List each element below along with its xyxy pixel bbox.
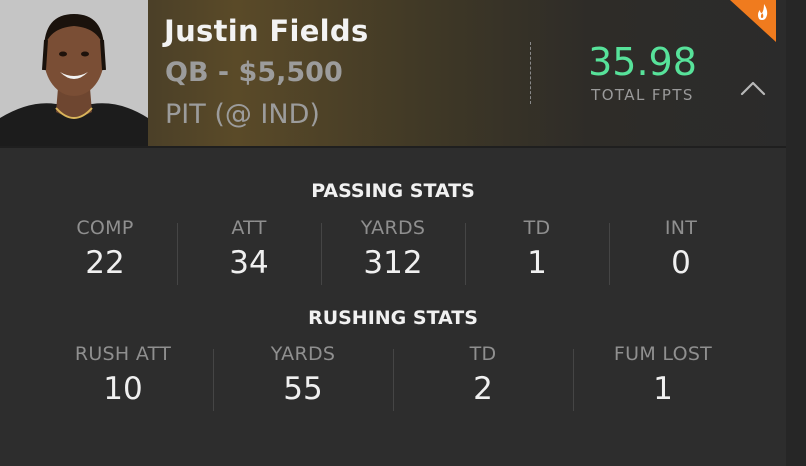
player-matchup: PIT (@ IND) bbox=[165, 99, 320, 130]
stat-label: YARDS bbox=[360, 217, 426, 239]
passing-stat-td: TD 1 bbox=[465, 217, 609, 285]
stat-value: 10 bbox=[103, 371, 143, 407]
stat-value: 22 bbox=[85, 245, 125, 281]
passing-stat-comp: COMP 22 bbox=[33, 217, 177, 281]
stat-value: 1 bbox=[653, 371, 673, 407]
stat-value: 55 bbox=[283, 371, 323, 407]
stat-label: RUSH ATT bbox=[74, 343, 172, 365]
stat-value: 0 bbox=[671, 245, 691, 281]
player-avatar bbox=[0, 0, 148, 146]
stat-label: COMP bbox=[76, 217, 134, 239]
player-position-salary: QB - $5,500 bbox=[165, 57, 343, 88]
player-stat-card: Justin Fields QB - $5,500 PIT (@ IND) 35… bbox=[0, 0, 786, 466]
right-edge-strip bbox=[786, 0, 806, 466]
rushing-stats-title: RUSHING STATS bbox=[308, 307, 478, 329]
stat-value: 1 bbox=[527, 245, 547, 281]
passing-stat-int: INT 0 bbox=[609, 217, 753, 285]
total-fpts-label: TOTAL FPTS bbox=[591, 86, 694, 104]
rushing-stat-yards: YARDS 55 bbox=[213, 343, 393, 411]
player-headshot-image bbox=[0, 0, 148, 146]
stat-label: YARDS bbox=[270, 343, 336, 365]
stat-label: TD bbox=[523, 217, 551, 239]
header-bottom-border bbox=[0, 146, 786, 148]
stat-label: FUM LOST bbox=[613, 343, 713, 365]
stat-label: TD bbox=[469, 343, 497, 365]
rushing-stat-att: RUSH ATT 10 bbox=[33, 343, 213, 407]
rushing-stat-fum-lost: FUM LOST 1 bbox=[573, 343, 753, 411]
stat-label: INT bbox=[664, 217, 698, 239]
stat-value: 312 bbox=[363, 245, 423, 281]
passing-stat-att: ATT 34 bbox=[177, 217, 321, 285]
passing-stats-title: PASSING STATS bbox=[311, 180, 475, 202]
stat-value: 2 bbox=[473, 371, 493, 407]
rushing-stats-row: RUSH ATT 10 YARDS 55 TD 2 FUM LOST 1 bbox=[33, 343, 753, 411]
passing-stat-yards: YARDS 312 bbox=[321, 217, 465, 285]
chevron-up-icon[interactable] bbox=[740, 80, 766, 96]
total-fpts-value: 35.98 bbox=[588, 40, 697, 84]
header-divider bbox=[530, 42, 531, 104]
passing-stats-row: COMP 22 ATT 34 YARDS 312 TD 1 INT 0 bbox=[33, 217, 753, 285]
stat-value: 34 bbox=[229, 245, 269, 281]
stat-label: ATT bbox=[231, 217, 267, 239]
hot-badge bbox=[730, 0, 776, 42]
player-name: Justin Fields bbox=[164, 14, 369, 48]
rushing-stat-td: TD 2 bbox=[393, 343, 573, 411]
player-header[interactable]: Justin Fields QB - $5,500 PIT (@ IND) 35… bbox=[0, 0, 786, 146]
